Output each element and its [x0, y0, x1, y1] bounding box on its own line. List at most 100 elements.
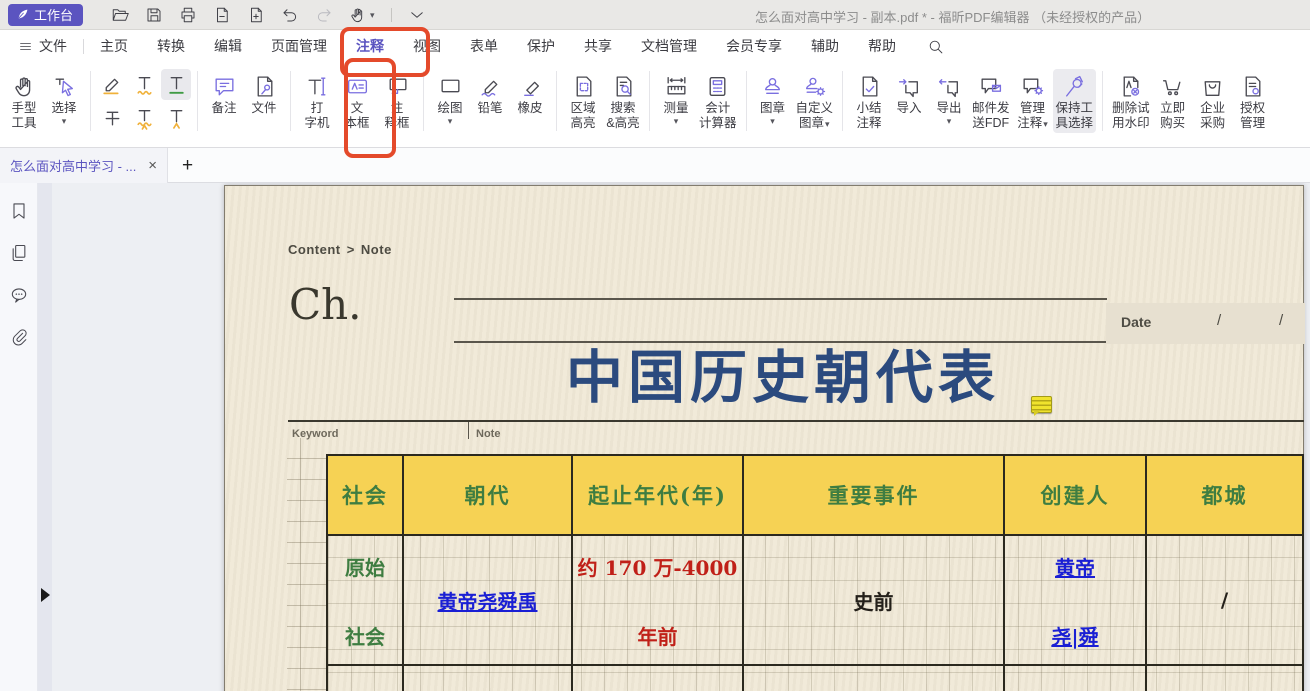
ribbon-separator: [842, 71, 843, 131]
comments-icon[interactable]: [9, 285, 29, 305]
undo-icon[interactable]: [281, 6, 299, 24]
save-icon[interactable]: [145, 6, 163, 24]
ribbon-squiggly-underline-button[interactable]: [129, 69, 159, 100]
ribbon-strikeout-button[interactable]: [97, 102, 127, 133]
ribbon-email-fdf-button[interactable]: 邮件发送FDF: [969, 69, 1013, 133]
ribbon-hand-tool-button[interactable]: 手型工具: [4, 69, 44, 133]
chevron-down-icon: ▾: [370, 10, 375, 20]
table-row: 原始 社会 黄帝尧舜禹 约 170 万-4000 年前 史前: [328, 534, 1302, 664]
ribbon-import-comments-button[interactable]: 导入: [889, 69, 929, 118]
new-tab-button[interactable]: +: [182, 156, 193, 175]
note-icon: [212, 74, 237, 99]
menu-comment[interactable]: 注释: [356, 36, 384, 56]
document-viewport[interactable]: Content > Note Ch. Date / / 中国历史朝代表 Keyw…: [52, 183, 1310, 691]
menu-view[interactable]: 视图: [413, 36, 441, 56]
ribbon-file-attach-button[interactable]: 文件: [244, 69, 284, 118]
table-row-partial: [328, 664, 1302, 691]
menu-member[interactable]: 会员专享: [726, 36, 782, 56]
ribbon-highlight-button[interactable]: [97, 69, 127, 100]
ribbon-keep-tool-selected-button[interactable]: 保持工具选择: [1053, 69, 1097, 133]
pushpin-icon: [1062, 74, 1087, 99]
tab-close-icon[interactable]: ×: [148, 158, 157, 173]
bookmark-icon[interactable]: [9, 201, 29, 221]
header-dynasty: 朝代: [404, 456, 573, 534]
ribbon-textbox-button[interactable]: 文本框: [337, 69, 377, 133]
hand-select-dropdown[interactable]: ▾: [349, 6, 375, 24]
search-highlight-icon: [611, 74, 636, 99]
open-icon[interactable]: [111, 6, 129, 24]
panel-expand-handle[interactable]: [41, 588, 50, 602]
ribbon-select-button[interactable]: 选择▾: [44, 69, 84, 128]
remove-watermark-icon: [1118, 74, 1143, 99]
ribbon-underline-button[interactable]: [161, 69, 191, 100]
ribbon-draw-button[interactable]: 绘图▾: [430, 69, 470, 128]
ribbon-area-highlight-button[interactable]: 区域高亮: [563, 69, 603, 133]
menu-page-manage[interactable]: 页面管理: [271, 36, 327, 56]
horizontal-rule: [288, 420, 1304, 422]
menu-help[interactable]: 帮助: [868, 36, 896, 56]
ribbon-replace-text-button[interactable]: [129, 102, 159, 133]
ribbon-stamp-button[interactable]: 图章▾: [753, 69, 793, 128]
ribbon-buy-now-button[interactable]: 立即购买: [1153, 69, 1193, 133]
attachments-icon[interactable]: [9, 327, 29, 347]
manage-comments-icon: [1020, 74, 1045, 99]
redo-icon[interactable]: [315, 6, 333, 24]
ribbon-search-highlight-button[interactable]: 搜索&高亮: [603, 69, 643, 133]
ribbon-insert-text-button[interactable]: [161, 102, 191, 133]
draw-rectangle-icon: [438, 74, 463, 99]
ribbon-eraser-button[interactable]: 橡皮: [510, 69, 550, 118]
ribbon: 手型工具 选择▾ 备注: [0, 62, 1310, 148]
document-tab[interactable]: 怎么面对高中学习 - ... ×: [0, 148, 168, 183]
page-thumbnails-icon[interactable]: [9, 243, 29, 263]
ribbon-enterprise-purchase-button[interactable]: 企业采购: [1193, 69, 1233, 133]
sticky-note-annotation-icon[interactable]: [1031, 396, 1052, 413]
search-icon[interactable]: [927, 38, 944, 55]
founder-link[interactable]: 黄帝: [1055, 552, 1095, 581]
highlighter-icon: [100, 72, 125, 97]
remove-page-icon[interactable]: [213, 6, 231, 24]
ribbon-typewriter-button[interactable]: 打字机: [297, 69, 337, 133]
ribbon-export-comments-button[interactable]: 导出▾: [929, 69, 969, 128]
customize-toolbar-chevron-icon[interactable]: [408, 6, 426, 24]
founder-link[interactable]: 尧|舜: [1051, 621, 1098, 650]
menu-assist[interactable]: 辅助: [811, 36, 839, 56]
ribbon-separator: [423, 71, 424, 131]
titlebar: 工作台 ▾ 怎么面对高中学习 - 副本.pdf * - 福昕PDF编辑器 （未经…: [0, 0, 1310, 30]
menu-doc-manage[interactable]: 文档管理: [641, 36, 697, 56]
hand-select-icon: [349, 6, 367, 24]
dynasty-link[interactable]: 黄帝尧舜禹: [438, 586, 538, 615]
insert-text-icon: [164, 105, 189, 130]
document-tabbar: 怎么面对高中学习 - ... × +: [0, 148, 1310, 183]
ribbon-pencil-button[interactable]: 铅笔: [470, 69, 510, 118]
menubar: 文件 主页 转换 编辑 页面管理 注释 视图 表单 保护 共享 文档管理 会员专…: [0, 30, 1310, 62]
menu-convert[interactable]: 转换: [157, 36, 185, 56]
ribbon-calculator-button[interactable]: 会计计算器: [696, 69, 740, 133]
custom-stamp-icon: [802, 74, 827, 99]
workspace-button[interactable]: 工作台: [8, 4, 83, 26]
menu-edit[interactable]: 编辑: [214, 36, 242, 56]
ribbon-license-manage-button[interactable]: 授权管理: [1233, 69, 1273, 133]
header-society: 社会: [328, 456, 404, 534]
hamburger-icon: [18, 39, 33, 54]
ribbon-measure-button[interactable]: 测量▾: [656, 69, 696, 128]
menu-protect[interactable]: 保护: [527, 36, 555, 56]
menu-form[interactable]: 表单: [470, 36, 498, 56]
ribbon-note-button[interactable]: 备注: [204, 69, 244, 118]
squiggly-underline-icon: [132, 72, 157, 97]
title-line: [454, 298, 1107, 300]
print-icon[interactable]: [179, 6, 197, 24]
cell-events: 史前: [744, 536, 1005, 664]
menu-home[interactable]: 主页: [100, 36, 128, 56]
ribbon-summarize-comments-button[interactable]: 小结注释: [849, 69, 889, 133]
table-header-row: 社会 朝代 起止年代(年) 重要事件 创建人 都城: [328, 456, 1302, 534]
area-highlight-icon: [571, 74, 596, 99]
ribbon-callout-button[interactable]: 注释框: [377, 69, 417, 133]
ribbon-remove-watermark-button[interactable]: 删除试用水印: [1109, 69, 1153, 133]
insert-page-icon[interactable]: [247, 6, 265, 24]
menu-share[interactable]: 共享: [584, 36, 612, 56]
chapter-label: Ch.: [289, 280, 362, 329]
ribbon-custom-stamp-button[interactable]: 自定义图章▾: [793, 69, 837, 134]
ribbon-separator: [90, 71, 91, 131]
ribbon-manage-comments-button[interactable]: 管理注释▾: [1013, 69, 1053, 134]
menu-file[interactable]: 文件: [18, 36, 67, 56]
